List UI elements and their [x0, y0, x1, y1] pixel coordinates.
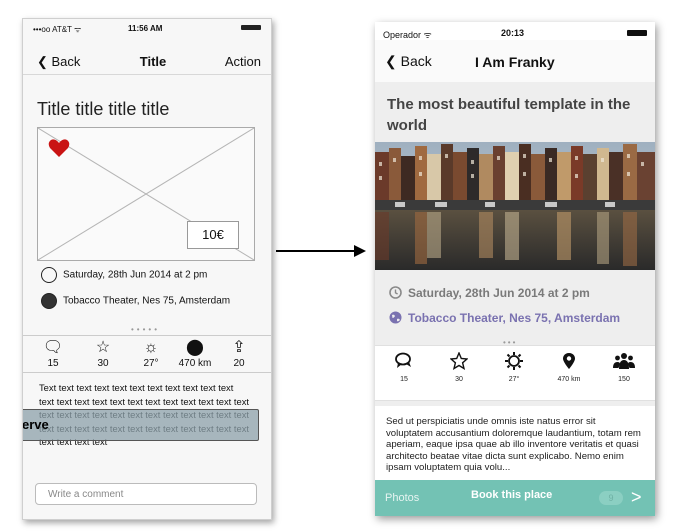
stat-value: 30 [455, 376, 463, 383]
event-date: Saturday, 28th Jun 2014 at 2 pm [408, 286, 590, 300]
wire-stat-value: 30 [97, 358, 109, 369]
clock-time: 20:13 [501, 28, 525, 38]
clock-icon [41, 267, 57, 283]
wire-location: Tobacco Theater, Nes 75, Amsterdam [63, 295, 231, 307]
arrow-right-icon [276, 245, 366, 257]
date-row: Saturday, 28th Jun 2014 at 2 pm [389, 286, 590, 300]
wire-back-label: Back [51, 54, 81, 69]
chevron-right-icon[interactable]: > [631, 487, 642, 508]
hero-photo[interactable] [375, 142, 655, 270]
share-icon: ⇪ [232, 339, 246, 356]
wire-stat-stars[interactable]: ☆ 30 [83, 338, 123, 369]
globe-icon [41, 293, 57, 309]
chevron-left-icon: ❮ [37, 54, 52, 69]
description-text: Sed ut perspiciatis unde omnis iste natu… [386, 416, 641, 473]
wire-back-button[interactable]: ❮ Back [37, 54, 80, 70]
wire-location-row[interactable]: Tobacco Theater, Nes 75, Amsterdam [41, 293, 230, 309]
wire-nav-title: Title [139, 54, 167, 69]
stat-value: 470 km [557, 376, 581, 383]
wire-stat-value: 470 km [178, 358, 212, 369]
status-bar: Operador ᯤ 20:13 [375, 22, 655, 40]
stat-value: 15 [400, 376, 408, 383]
description-panel: Sed ut perspiciatis unde omnis iste natu… [375, 406, 655, 486]
nav-title: I Am Franky [475, 54, 555, 70]
photos-button[interactable]: Photos [385, 492, 419, 504]
wire-status-bar: •••oo AT&T ᯤ 11:56 AM [23, 19, 271, 37]
wire-time: 11:56 AM [128, 24, 163, 33]
stat-attendees[interactable]: 150 [601, 352, 647, 383]
stat-stars[interactable]: 30 [436, 352, 482, 383]
bottom-bar: Photos Book this place 9 > [375, 480, 655, 516]
wire-stat-weather[interactable]: ☼ 27° [131, 338, 171, 369]
nav-bar: ❮ Back I Am Franky [375, 40, 655, 83]
star-icon [450, 352, 468, 370]
page-indicator: ••••• [131, 325, 161, 334]
stat-value: 150 [618, 376, 630, 383]
chat-icon: 🗨 [42, 339, 64, 356]
wire-date-row: Saturday, 28th Jun 2014 at 2 pm [41, 267, 207, 283]
wire-stat-value: 27° [143, 358, 159, 369]
wire-stat-distance[interactable]: ⬤ 470 km [175, 338, 215, 369]
stat-comments[interactable]: 15 [381, 352, 427, 383]
wire-big-title: Title title title title [37, 99, 170, 119]
globe-icon [389, 311, 402, 324]
chat-icon [395, 352, 411, 368]
pin-icon [563, 353, 575, 369]
wireframe-mockup: •••oo AT&T ᯤ 11:56 AM ❮ Back Title Actio… [22, 18, 272, 520]
wire-action-button[interactable]: Action [225, 54, 261, 69]
back-label: Back [400, 53, 432, 69]
wire-stat-comments[interactable]: 🗨 15 [33, 338, 73, 369]
comment-input[interactable]: Write a comment [35, 483, 257, 505]
group-icon [613, 353, 635, 369]
photo-count-badge: 9 [599, 491, 623, 505]
back-button[interactable]: ❮ Back [385, 53, 432, 70]
wire-stat-share[interactable]: ⇪ 20 [219, 338, 259, 369]
sun-icon: ☼ [143, 339, 159, 356]
phone-screen: Operador ᯤ 20:13 ❮ Back I Am Franky The … [375, 22, 655, 516]
battery-icon [627, 30, 647, 36]
battery-icon [241, 25, 261, 30]
wire-carrier: •••oo AT&T ᯤ [33, 25, 82, 34]
pin-icon: ⬤ [186, 339, 204, 356]
stat-weather[interactable]: 27° [491, 352, 537, 383]
wire-stat-value: 15 [47, 358, 59, 369]
stats-row: 15 30 27° 470 km 150 [375, 345, 655, 401]
page-heading: The most beautiful template in the world [387, 96, 631, 134]
clock-icon [389, 286, 402, 299]
price-tag: 10€ [187, 221, 239, 249]
chevron-left-icon: ❮ [385, 53, 401, 69]
reserve-button[interactable]: erve [23, 409, 259, 441]
event-location: Tobacco Theater, Nes 75, Amsterdam [408, 311, 621, 325]
wire-stat-value: 20 [233, 358, 245, 369]
sun-icon [505, 352, 523, 370]
wire-date: Saturday, 28th Jun 2014 at 2 pm [63, 269, 208, 281]
stat-value: 27° [508, 376, 520, 383]
stat-distance[interactable]: 470 km [546, 352, 592, 383]
star-icon: ☆ [95, 339, 111, 356]
book-button[interactable]: Book this place [471, 489, 552, 501]
wire-nav-bar: ❮ Back Title Action [23, 46, 271, 75]
wire-stats-row: 🗨 15 ☆ 30 ☼ 27° ⬤ 470 km ⇪ 20 [23, 335, 271, 373]
location-row[interactable]: Tobacco Theater, Nes 75, Amsterdam [389, 311, 620, 325]
heart-icon[interactable] [48, 138, 70, 158]
